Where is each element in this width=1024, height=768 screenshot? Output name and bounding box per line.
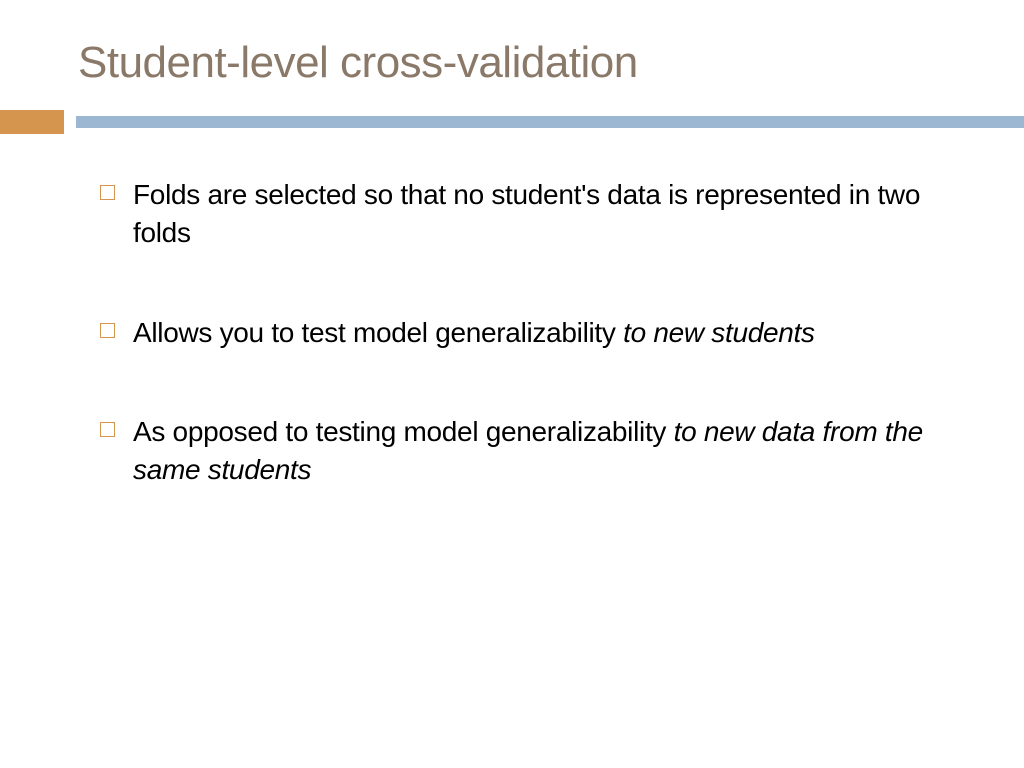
square-bullet-icon	[100, 422, 115, 437]
bullet-text: Allows you to test model generalizabilit…	[133, 314, 815, 352]
bullet-text-italic: to new students	[623, 317, 815, 348]
content-area: Folds are selected so that no student's …	[0, 134, 1024, 489]
bullet-item: Allows you to test model generalizabilit…	[100, 314, 934, 352]
slide-title: Student-level cross-validation	[0, 0, 1024, 88]
divider-gap	[64, 116, 76, 128]
square-bullet-icon	[100, 323, 115, 338]
bullet-text-plain: Folds are selected so that no student's …	[133, 179, 920, 248]
bullet-text: Folds are selected so that no student's …	[133, 176, 934, 252]
bullet-text-plain: Allows you to test model generalizabilit…	[133, 317, 623, 348]
bullet-item: As opposed to testing model generalizabi…	[100, 413, 934, 489]
bullet-text: As opposed to testing model generalizabi…	[133, 413, 934, 489]
bullet-text-plain: As opposed to testing model generalizabi…	[133, 416, 674, 447]
bullet-item: Folds are selected so that no student's …	[100, 176, 934, 252]
divider-blue-line	[76, 116, 1024, 128]
divider-bar	[0, 110, 1024, 134]
slide-container: Student-level cross-validation Folds are…	[0, 0, 1024, 768]
divider-orange-block	[0, 110, 64, 134]
square-bullet-icon	[100, 185, 115, 200]
